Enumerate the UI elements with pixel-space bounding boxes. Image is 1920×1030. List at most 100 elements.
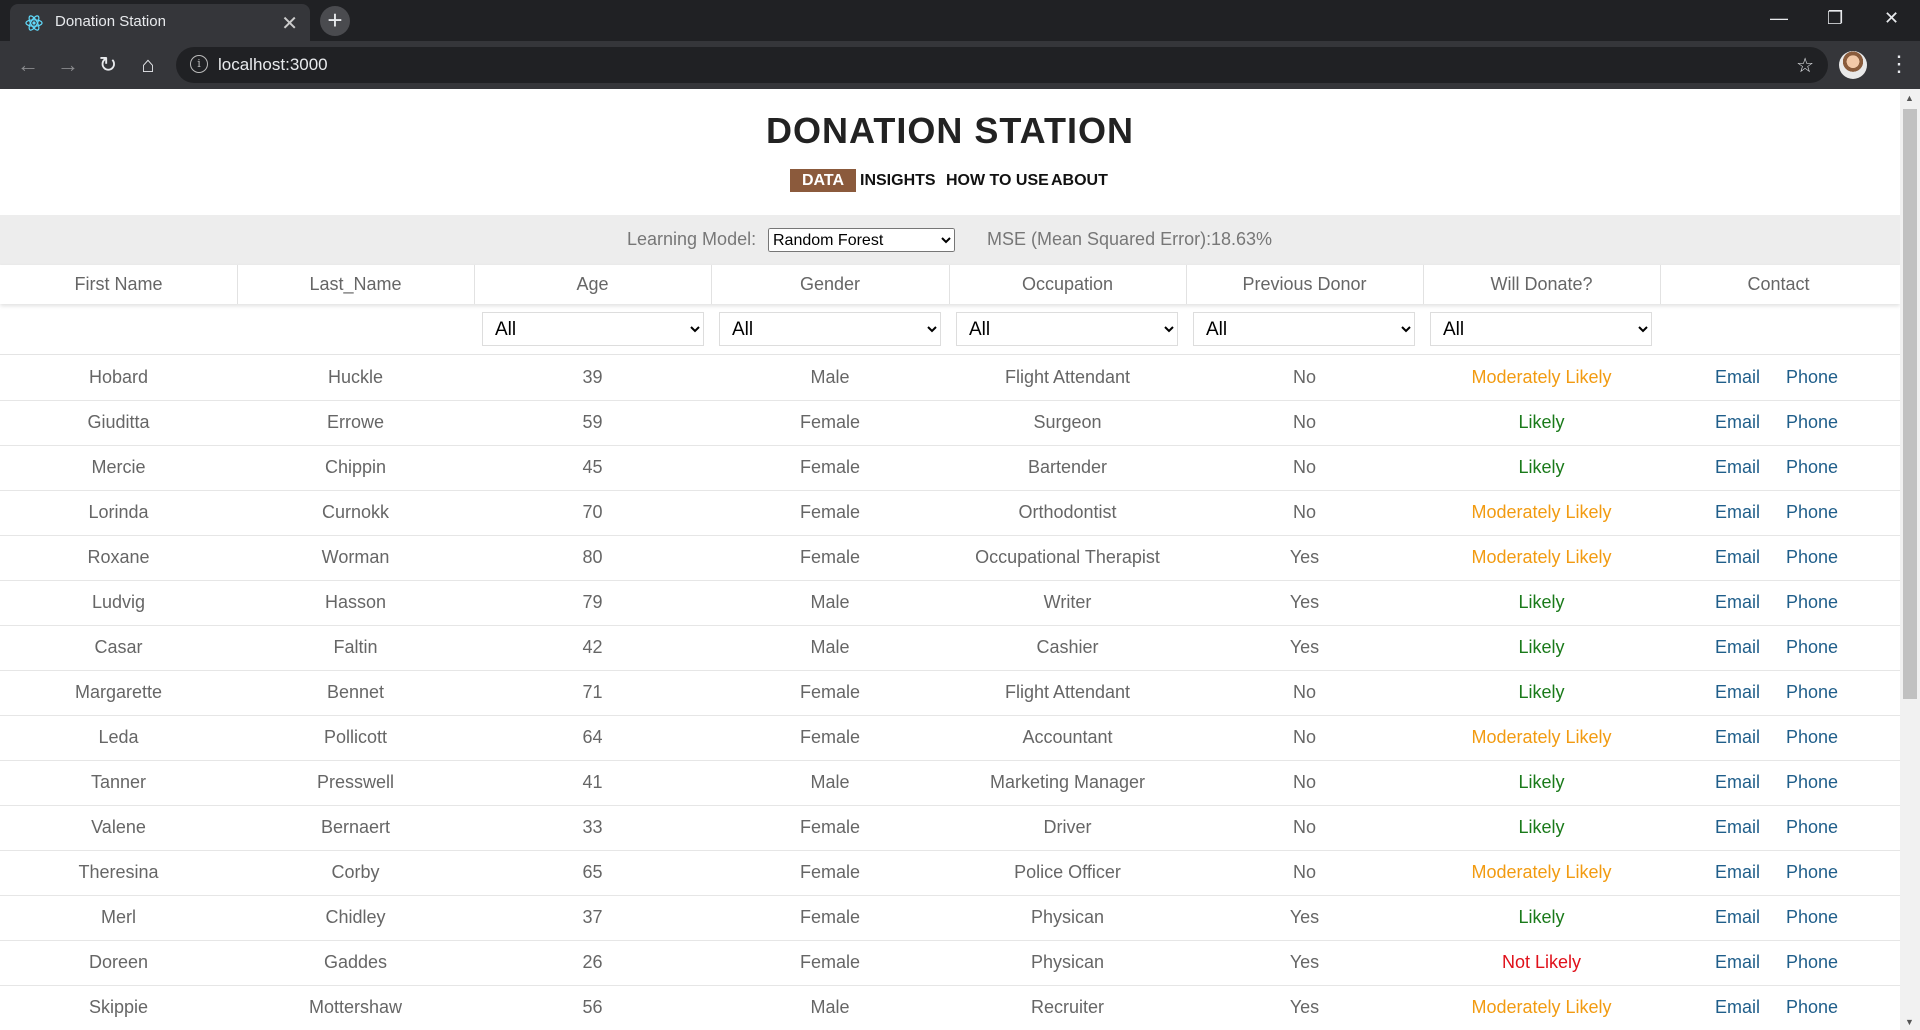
email-link[interactable]: Email [1715,412,1760,433]
phone-link[interactable]: Phone [1786,367,1838,388]
bookmark-star-icon[interactable]: ☆ [1796,53,1814,78]
table-row: Valene Bernaert 33 Female Driver No Likely Emai… [0,805,1900,851]
phone-link[interactable]: Phone [1786,727,1838,748]
phone-link[interactable]: Phone [1786,907,1838,928]
phone-link[interactable]: Phone [1786,547,1838,568]
header-last-name[interactable]: Last_Name [237,274,474,295]
cell-first-name: Tanner [90,772,147,792]
email-link[interactable]: Email [1715,862,1760,883]
gender-filter-select[interactable]: All [719,312,941,346]
cell-occupation: Marketing Manager [989,772,1146,792]
header-first-name[interactable]: First Name [0,274,237,295]
mse-value: 18.63% [1211,229,1273,249]
cell-age: 80 [582,547,603,567]
phone-link[interactable]: Phone [1786,862,1838,883]
cell-first-name: Lorinda [88,502,149,522]
email-link[interactable]: Email [1715,547,1760,568]
phone-link[interactable]: Phone [1786,682,1838,703]
minimize-icon[interactable]: — [1770,8,1788,29]
phone-link[interactable]: Phone [1786,817,1838,838]
table-row: Theresina Corby 65 Female Police Officer No Mo… [0,850,1900,896]
email-link[interactable]: Email [1715,997,1760,1018]
phone-link[interactable]: Phone [1786,592,1838,613]
phone-link[interactable]: Phone [1786,952,1838,973]
table-row: Ludvig Hasson 79 Male Writer Yes Likely Email Ph… [0,580,1900,626]
table-row: Hobard Huckle 39 Male Flight Attendant No Mode… [0,355,1900,401]
email-link[interactable]: Email [1715,502,1760,523]
scrollbar-thumb[interactable] [1903,109,1917,699]
table-row: Margarette Bennet 71 Female Flight Attendant… [0,670,1900,716]
cell-last-name: Bernaert [320,817,391,837]
header-occupation[interactable]: Occupation [949,274,1186,295]
nav-insights[interactable]: INSIGHTS [860,169,936,192]
cell-last-name: Chidley [325,907,386,927]
phone-link[interactable]: Phone [1786,772,1838,793]
mse-label: MSE (Mean Squared Error): [987,229,1212,249]
home-icon[interactable]: ⌂ [134,51,162,79]
new-tab-button[interactable]: + [320,6,350,36]
cell-age: 56 [582,997,603,1017]
nav-about[interactable]: ABOUT [1051,169,1108,192]
tab-close-icon[interactable]: ✕ [281,11,298,36]
cell-age: 42 [582,637,603,657]
reload-icon[interactable]: ↻ [94,51,122,79]
age-filter-select[interactable]: All [482,312,704,346]
header-will-donate[interactable]: Will Donate? [1423,274,1660,295]
email-link[interactable]: Email [1715,952,1760,973]
back-icon[interactable]: ← [14,51,42,79]
phone-link[interactable]: Phone [1786,412,1838,433]
phone-link[interactable]: Phone [1786,457,1838,478]
cell-gender: Female [799,412,861,432]
browser-menu-icon[interactable]: ⋮ [1888,51,1910,77]
table-row: Casar Faltin 42 Male Cashier Yes Likely Email Ph… [0,625,1900,671]
phone-link[interactable]: Phone [1786,502,1838,523]
table-row: Mercie Chippin 45 Female Bartender No Likely Em… [0,445,1900,491]
restore-icon[interactable]: ❐ [1827,8,1843,29]
learning-model-select[interactable]: Random Forest [768,228,955,252]
table-row: Merl Chidley 37 Female Physican Yes Likely Emai… [0,895,1900,941]
scroll-up-icon[interactable]: ▲ [1905,93,1914,103]
cell-previous-donor: Yes [1289,547,1320,567]
scroll-down-icon[interactable]: ▼ [1905,1017,1914,1027]
close-window-icon[interactable]: ✕ [1884,8,1899,29]
email-link[interactable]: Email [1715,457,1760,478]
email-link[interactable]: Email [1715,907,1760,928]
phone-link[interactable]: Phone [1786,637,1838,658]
email-link[interactable]: Email [1715,367,1760,388]
cell-age: 79 [582,592,603,612]
email-link[interactable]: Email [1715,727,1760,748]
occupation-filter-select[interactable]: All [956,312,1178,346]
email-link[interactable]: Email [1715,592,1760,613]
cell-will-donate: Likely [1518,817,1565,837]
cell-gender: Female [799,907,861,927]
cell-previous-donor: Yes [1289,907,1320,927]
address-bar[interactable]: i localhost:3000 ☆ [176,47,1828,83]
cell-gender: Female [799,547,861,567]
header-gender[interactable]: Gender [711,274,949,295]
email-link[interactable]: Email [1715,817,1760,838]
profile-avatar[interactable] [1839,51,1867,79]
header-previous-donor[interactable]: Previous Donor [1186,274,1423,295]
cell-age: 64 [582,727,603,747]
nav-data[interactable]: DATA [790,169,857,192]
cell-occupation: Physican [1030,952,1105,972]
email-link[interactable]: Email [1715,772,1760,793]
cell-age: 41 [582,772,603,792]
phone-link[interactable]: Phone [1786,997,1838,1018]
cell-will-donate: Moderately Likely [1471,502,1612,522]
email-link[interactable]: Email [1715,682,1760,703]
cell-gender: Male [810,772,850,792]
email-link[interactable]: Email [1715,637,1760,658]
previous-donor-filter-select[interactable]: All [1193,312,1415,346]
forward-icon[interactable]: → [54,51,82,79]
browser-tab[interactable]: Donation Station ✕ [10,4,310,41]
url-text[interactable]: localhost:3000 [218,55,328,75]
will-donate-filter-select[interactable]: All [1430,312,1652,346]
cell-will-donate: Not Likely [1501,952,1582,972]
header-age[interactable]: Age [474,274,711,295]
cell-occupation: Bartender [1027,457,1108,477]
site-info-icon[interactable]: i [190,55,208,73]
page-scrollbar[interactable]: ▲ ▼ [1900,89,1920,1030]
nav-how-to-use[interactable]: HOW TO USE [946,169,1049,192]
cell-first-name: Theresina [78,862,159,882]
